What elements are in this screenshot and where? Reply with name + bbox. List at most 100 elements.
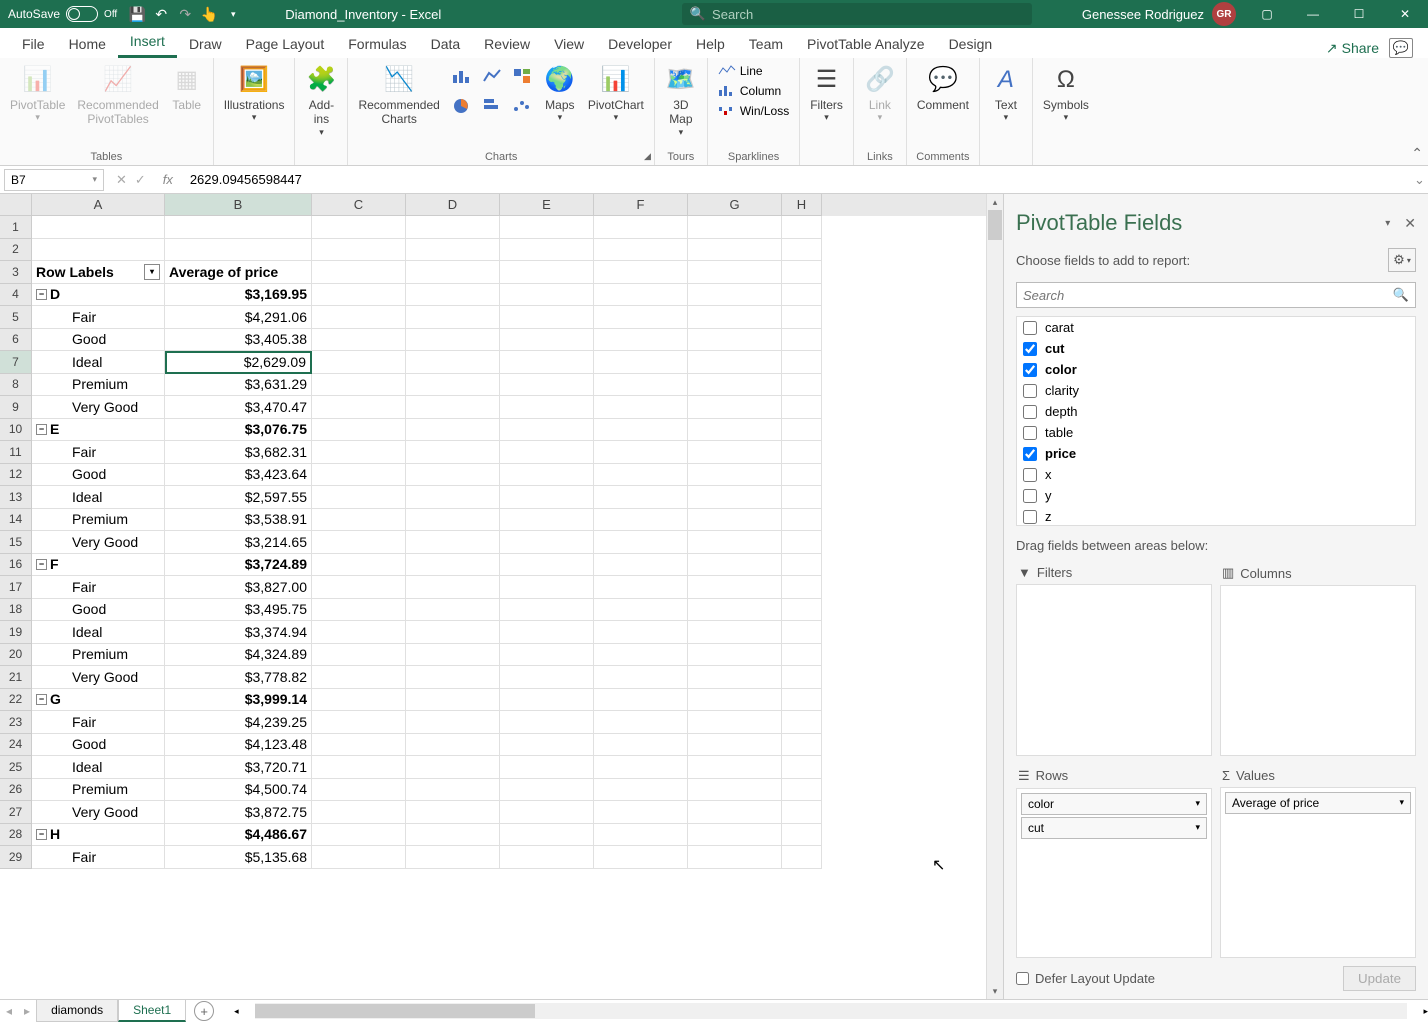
cell-E29[interactable] bbox=[500, 846, 594, 869]
symbols-button[interactable]: ΩSymbols▾ bbox=[1037, 60, 1095, 127]
cell-A14[interactable]: Premium bbox=[32, 509, 165, 532]
tab-design[interactable]: Design bbox=[937, 30, 1005, 58]
cell-H14[interactable] bbox=[782, 509, 822, 532]
scatter-chart-icon[interactable] bbox=[508, 92, 536, 120]
cell-E8[interactable] bbox=[500, 374, 594, 397]
cell-F12[interactable] bbox=[594, 464, 688, 487]
cell-D16[interactable] bbox=[406, 554, 500, 577]
collapse-icon[interactable]: − bbox=[36, 559, 47, 570]
cell-C25[interactable] bbox=[312, 756, 406, 779]
field-carat[interactable]: carat bbox=[1017, 317, 1415, 338]
ribbon-display-icon[interactable]: ▢ bbox=[1244, 0, 1290, 28]
cell-E21[interactable] bbox=[500, 666, 594, 689]
cell-E15[interactable] bbox=[500, 531, 594, 554]
cell-C10[interactable] bbox=[312, 419, 406, 442]
cell-C19[interactable] bbox=[312, 621, 406, 644]
cell-G2[interactable] bbox=[688, 239, 782, 262]
scroll-up-icon[interactable]: ▴ bbox=[987, 194, 1003, 210]
pane-gear-button[interactable]: ⚙▾ bbox=[1388, 248, 1416, 272]
cell-F25[interactable] bbox=[594, 756, 688, 779]
cell-G21[interactable] bbox=[688, 666, 782, 689]
tab-data[interactable]: Data bbox=[419, 30, 473, 58]
cell-B12[interactable]: $3,423.64 bbox=[165, 464, 312, 487]
cell-F8[interactable] bbox=[594, 374, 688, 397]
row-header-27[interactable]: 27 bbox=[0, 801, 32, 824]
collapse-ribbon-icon[interactable]: ⌃ bbox=[1411, 145, 1423, 162]
cell-C13[interactable] bbox=[312, 486, 406, 509]
minimize-icon[interactable]: — bbox=[1290, 0, 1336, 28]
row-header-5[interactable]: 5 bbox=[0, 306, 32, 329]
field-clarity[interactable]: clarity bbox=[1017, 380, 1415, 401]
cell-E10[interactable] bbox=[500, 419, 594, 442]
cell-H17[interactable] bbox=[782, 576, 822, 599]
cell-B15[interactable]: $3,214.65 bbox=[165, 531, 312, 554]
cell-H8[interactable] bbox=[782, 374, 822, 397]
tab-team[interactable]: Team bbox=[737, 30, 795, 58]
cell-H13[interactable] bbox=[782, 486, 822, 509]
bar-chart-icon[interactable] bbox=[478, 92, 506, 120]
cell-D6[interactable] bbox=[406, 329, 500, 352]
cell-D24[interactable] bbox=[406, 734, 500, 757]
cell-D3[interactable] bbox=[406, 261, 500, 284]
cell-B7[interactable]: $2,629.09 bbox=[165, 351, 312, 374]
hscroll-right-icon[interactable]: ▸ bbox=[1423, 1006, 1428, 1017]
text-button[interactable]: AText▾ bbox=[984, 60, 1028, 127]
save-icon[interactable]: 💾 bbox=[125, 2, 149, 26]
row-header-19[interactable]: 19 bbox=[0, 621, 32, 644]
illustrations-button[interactable]: 🖼️Illustrations▾ bbox=[218, 60, 291, 127]
row-header-14[interactable]: 14 bbox=[0, 509, 32, 532]
vscroll-thumb[interactable] bbox=[988, 210, 1002, 240]
field-x[interactable]: x bbox=[1017, 464, 1415, 485]
cell-D27[interactable] bbox=[406, 801, 500, 824]
cell-A8[interactable]: Premium bbox=[32, 374, 165, 397]
cell-G3[interactable] bbox=[688, 261, 782, 284]
area-rows[interactable]: ☰Rows color▾cut▾ bbox=[1016, 764, 1212, 959]
cell-C16[interactable] bbox=[312, 554, 406, 577]
tab-formulas[interactable]: Formulas bbox=[336, 30, 418, 58]
cell-B22[interactable]: $3,999.14 bbox=[165, 689, 312, 712]
cell-D12[interactable] bbox=[406, 464, 500, 487]
cell-F15[interactable] bbox=[594, 531, 688, 554]
cell-H3[interactable] bbox=[782, 261, 822, 284]
cell-H20[interactable] bbox=[782, 644, 822, 667]
field-color[interactable]: color bbox=[1017, 359, 1415, 380]
field-checkbox-y[interactable] bbox=[1023, 489, 1037, 503]
cell-D29[interactable] bbox=[406, 846, 500, 869]
cell-D7[interactable] bbox=[406, 351, 500, 374]
qat-dropdown-icon[interactable]: ▾ bbox=[221, 2, 245, 26]
cell-F20[interactable] bbox=[594, 644, 688, 667]
cell-B5[interactable]: $4,291.06 bbox=[165, 306, 312, 329]
cell-G5[interactable] bbox=[688, 306, 782, 329]
cell-G17[interactable] bbox=[688, 576, 782, 599]
row-header-8[interactable]: 8 bbox=[0, 374, 32, 397]
row-header-24[interactable]: 24 bbox=[0, 734, 32, 757]
cell-G9[interactable] bbox=[688, 396, 782, 419]
cell-A20[interactable]: Premium bbox=[32, 644, 165, 667]
tab-insert[interactable]: Insert bbox=[118, 27, 177, 58]
hscroll-thumb[interactable] bbox=[255, 1004, 535, 1018]
cell-H5[interactable] bbox=[782, 306, 822, 329]
cell-F18[interactable] bbox=[594, 599, 688, 622]
autosave-toggle[interactable]: AutoSave Off bbox=[0, 6, 125, 22]
cell-B4[interactable]: $3,169.95 bbox=[165, 284, 312, 307]
cell-C21[interactable] bbox=[312, 666, 406, 689]
field-table[interactable]: table bbox=[1017, 422, 1415, 443]
cell-H9[interactable] bbox=[782, 396, 822, 419]
cell-B27[interactable]: $3,872.75 bbox=[165, 801, 312, 824]
cell-D22[interactable] bbox=[406, 689, 500, 712]
cell-H12[interactable] bbox=[782, 464, 822, 487]
cell-A4[interactable]: −D bbox=[32, 284, 165, 307]
chevron-down-icon[interactable]: ▾ bbox=[1195, 822, 1200, 833]
cell-G23[interactable] bbox=[688, 711, 782, 734]
pivotchart-button[interactable]: 📊PivotChart▾ bbox=[582, 60, 650, 127]
tab-nav-prev-icon[interactable]: ◂ bbox=[0, 1004, 18, 1018]
expand-formula-bar-icon[interactable]: ⌄ bbox=[1414, 172, 1428, 188]
field-depth[interactable]: depth bbox=[1017, 401, 1415, 422]
cell-C11[interactable] bbox=[312, 441, 406, 464]
collapse-icon[interactable]: − bbox=[36, 694, 47, 705]
vertical-scrollbar[interactable]: ▴ ▾ bbox=[986, 194, 1003, 999]
row-header-20[interactable]: 20 bbox=[0, 644, 32, 667]
cell-A1[interactable] bbox=[32, 216, 165, 239]
cell-H26[interactable] bbox=[782, 779, 822, 802]
sparkline-winloss-button[interactable]: Win/Loss bbox=[714, 102, 793, 120]
